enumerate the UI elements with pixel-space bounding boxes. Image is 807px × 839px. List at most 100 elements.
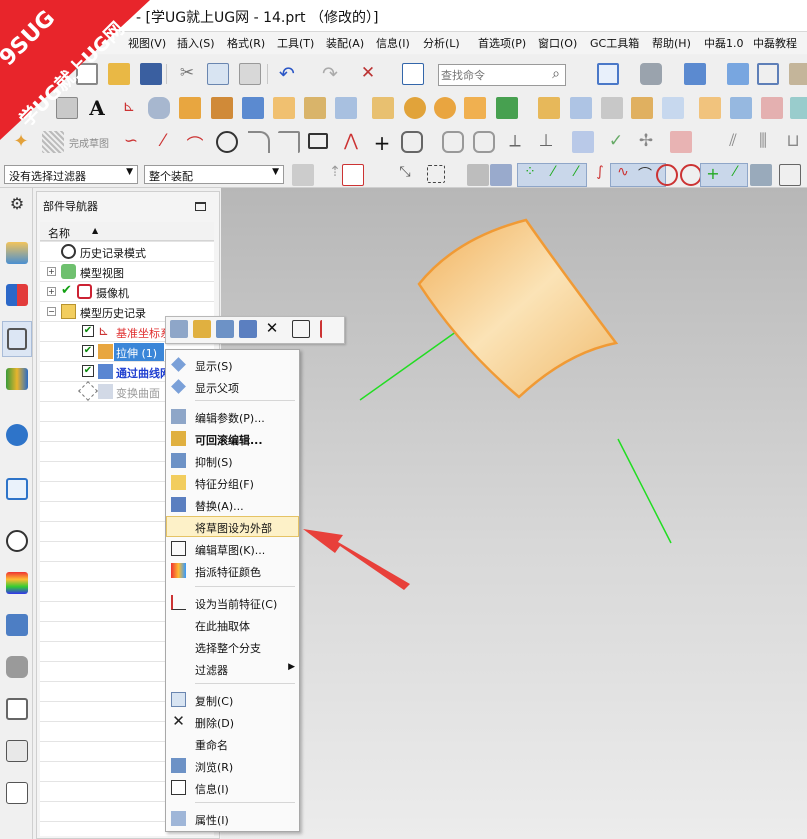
menu-item-edit-parameters[interactable]: 编辑参数(P)... xyxy=(166,406,299,427)
fillet-icon[interactable] xyxy=(248,131,270,153)
box-select-icon[interactable] xyxy=(427,165,445,183)
command-search-box[interactable]: ⌕ xyxy=(438,64,566,86)
render-style-icon[interactable] xyxy=(640,63,662,85)
tree-item-history-mode[interactable]: 历史记录模式 xyxy=(40,242,214,262)
hd3d-icon[interactable] xyxy=(6,424,28,446)
grid-icon[interactable] xyxy=(779,164,801,186)
menu-item-delete[interactable]: ✕ 删除(D) xyxy=(166,711,299,732)
green-curve-right[interactable] xyxy=(617,438,672,544)
expand-icon[interactable]: + xyxy=(47,287,56,296)
rectangle-icon[interactable] xyxy=(308,133,328,149)
menu-assembly[interactable]: 装配(A) xyxy=(326,35,364,51)
hole-icon[interactable] xyxy=(273,97,295,119)
text-icon[interactable]: A xyxy=(86,97,108,119)
menu-item-suppress[interactable]: 抑制(S) xyxy=(166,450,299,471)
edit-params-icon[interactable] xyxy=(170,320,188,338)
suppress-icon[interactable] xyxy=(216,320,234,338)
role-icon[interactable] xyxy=(6,614,28,636)
menu-view[interactable]: 视图(V) xyxy=(128,35,166,51)
menu-item-rename[interactable]: 重命名 xyxy=(166,733,299,754)
edit-sketch-icon[interactable] xyxy=(292,320,310,338)
menu-item-rollback-edit[interactable]: 可回滚编辑... xyxy=(166,428,299,449)
menu-help[interactable]: 帮助(H) xyxy=(652,35,691,51)
system-materials-icon[interactable] xyxy=(6,656,28,678)
trim-body-icon[interactable] xyxy=(570,97,592,119)
point-icon[interactable]: + xyxy=(371,131,393,155)
menu-analysis[interactable]: 分析(L) xyxy=(423,35,460,51)
menu-item-information[interactable]: 信息(I) xyxy=(166,777,299,798)
menu-tools[interactable]: 工具(T) xyxy=(277,35,314,51)
menu-zhonglei[interactable]: 中磊1.0 xyxy=(704,35,744,51)
pattern-curve-icon[interactable] xyxy=(473,131,495,153)
blank-panel-icon[interactable] xyxy=(6,740,28,762)
snap-center-icon[interactable] xyxy=(656,164,678,186)
datum-csys-icon[interactable]: ⊾ xyxy=(118,97,140,119)
copy-toolbar-icon[interactable] xyxy=(207,63,229,85)
snap-intersection-icon[interactable]: ∫ xyxy=(589,164,611,186)
visual-palette-icon[interactable] xyxy=(6,572,28,594)
menu-item-copy[interactable]: 复制(C) xyxy=(166,689,299,710)
visibility-checkbox[interactable]: ✔ xyxy=(82,365,94,377)
save-icon[interactable] xyxy=(140,63,162,85)
pad-icon[interactable] xyxy=(372,97,394,119)
column-header-name[interactable]: 名称 ▲ xyxy=(40,222,214,241)
block-icon[interactable] xyxy=(242,97,264,119)
finish-sketch-icon[interactable] xyxy=(42,131,64,153)
checklist-icon[interactable] xyxy=(6,782,28,804)
convert-reference-icon[interactable]: ⊔ xyxy=(782,131,804,153)
view-orient-icon[interactable] xyxy=(684,63,706,85)
snap-arc-icon[interactable]: ∿ xyxy=(612,164,634,186)
green-curve-left[interactable] xyxy=(359,323,468,401)
paste-icon[interactable] xyxy=(239,63,261,85)
edge-blend-icon[interactable] xyxy=(631,97,653,119)
finish-sketch-star-icon[interactable]: ✦ xyxy=(10,131,32,153)
visibility-checkbox[interactable]: ✔ xyxy=(82,325,94,337)
menu-item-filter[interactable]: 过滤器 ▶ xyxy=(166,658,299,679)
arc-icon[interactable]: ⌒ xyxy=(184,131,206,156)
maximize-icon[interactable] xyxy=(195,202,206,211)
snap-on-face-icon[interactable] xyxy=(750,164,772,186)
selection-scope-icon[interactable] xyxy=(292,164,314,186)
menu-zhonglei-tutorial[interactable]: 中磊教程 xyxy=(753,35,797,51)
search-icon[interactable]: ⌕ xyxy=(552,66,560,82)
web-browser-icon[interactable] xyxy=(6,478,28,500)
shaded-cube-icon[interactable] xyxy=(727,63,749,85)
menu-window[interactable]: 窗口(O) xyxy=(538,35,577,51)
menu-item-edit-sketch[interactable]: 编辑草图(K)... xyxy=(166,538,299,559)
offset-face-icon[interactable] xyxy=(761,97,783,119)
select-face-icon[interactable] xyxy=(490,164,512,186)
chamfer-icon[interactable] xyxy=(662,97,684,119)
cylinder-icon[interactable] xyxy=(148,97,170,119)
revolve-icon[interactable] xyxy=(211,97,233,119)
graphics-window[interactable] xyxy=(221,188,807,839)
menu-item-replace[interactable]: 替换(A)... xyxy=(166,494,299,515)
constraint-navigator-icon[interactable] xyxy=(6,284,28,306)
show-constraints-icon[interactable] xyxy=(670,131,692,153)
new-file-icon[interactable] xyxy=(76,63,98,85)
inferred-dim-icon[interactable]: ⫼ xyxy=(752,131,774,153)
trim-icon[interactable]: ✕ xyxy=(357,63,379,85)
extrude-icon[interactable] xyxy=(179,97,201,119)
fit-view-icon[interactable] xyxy=(597,63,619,85)
menu-gc-toolkit[interactable]: GC工具箱 xyxy=(590,35,639,51)
assembly-navigator-icon[interactable] xyxy=(6,242,28,264)
pattern-icon[interactable] xyxy=(404,97,426,119)
snap-control-icon[interactable]: ⁄ xyxy=(565,164,587,186)
transformed-surface[interactable] xyxy=(417,218,619,399)
quick-trim-icon[interactable]: ⟂ xyxy=(504,131,526,153)
menu-item-show[interactable]: 显示(S) xyxy=(166,354,299,375)
cut-icon[interactable]: ✂ xyxy=(176,63,198,85)
tree-item-model-views[interactable]: + 模型视图 xyxy=(40,262,214,282)
auto-constraint-icon[interactable]: ✢ xyxy=(635,131,657,153)
finish-sketch-label[interactable]: 完成草图 xyxy=(69,135,109,150)
delete-icon[interactable]: ✕ xyxy=(263,319,281,337)
unite-icon[interactable] xyxy=(464,97,486,119)
assembly-scope-dropdown[interactable]: 整个装配 ▼ xyxy=(144,165,284,184)
make-corner-icon[interactable] xyxy=(572,131,594,153)
redo-icon[interactable]: ↷ xyxy=(319,63,341,85)
history-clock-icon[interactable] xyxy=(6,530,28,552)
undo-icon[interactable]: ↶ xyxy=(276,63,298,85)
snap-on-curve-icon[interactable]: ⁄ xyxy=(724,164,746,186)
snap-quadrant-icon[interactable]: ⌒ xyxy=(634,164,656,186)
snap-point-icon[interactable] xyxy=(342,164,364,186)
